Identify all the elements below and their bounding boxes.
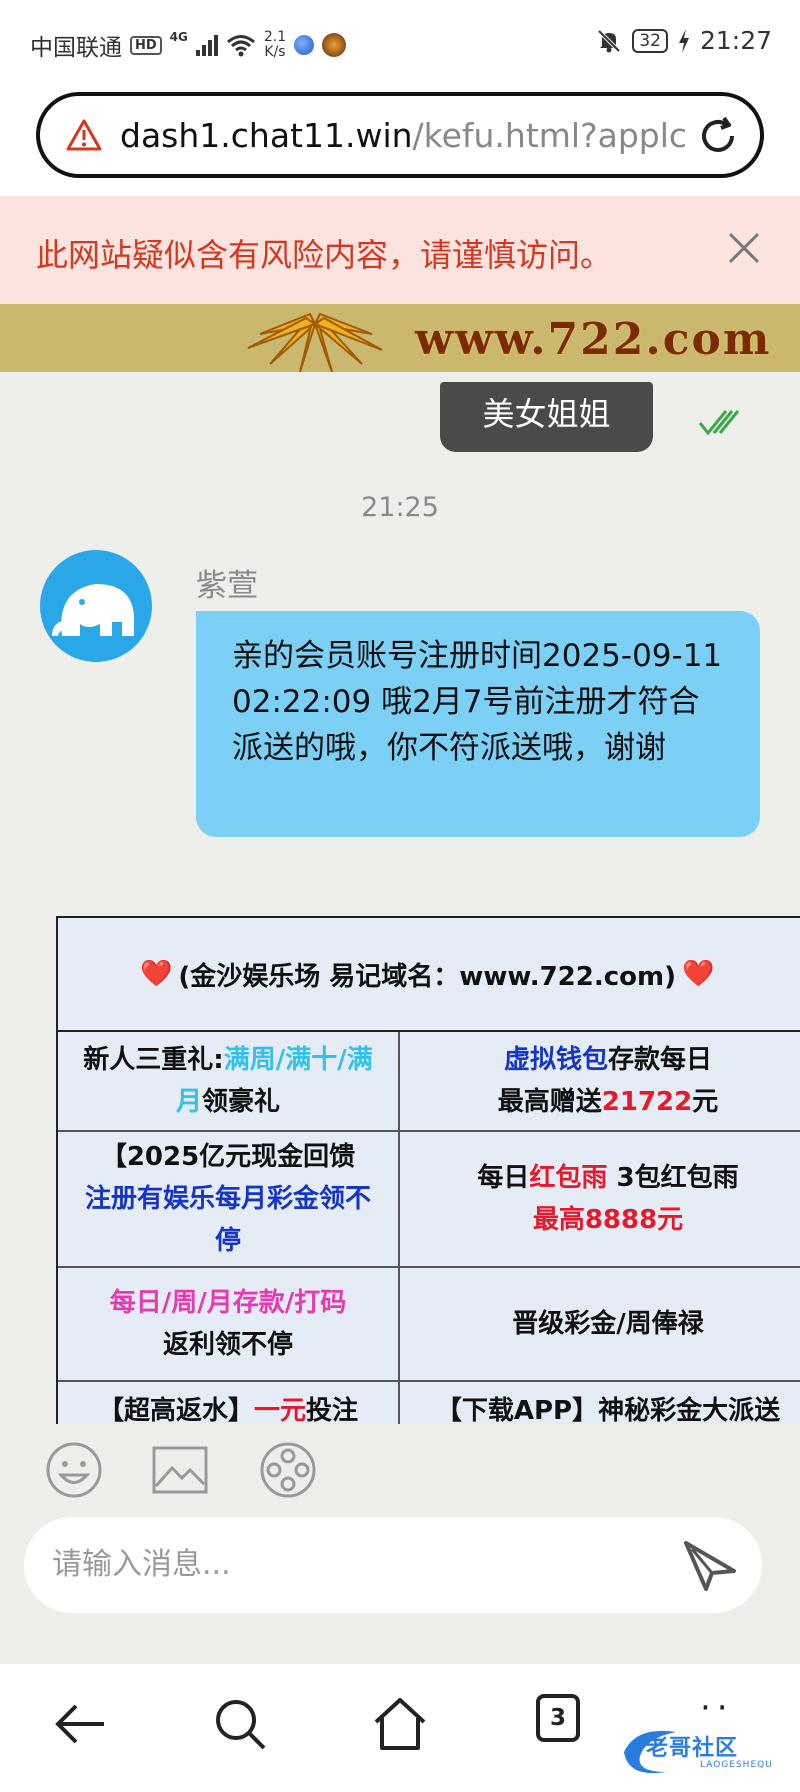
cell-text: 返利领不停 (162, 1330, 293, 1360)
heart-icon: ❤️ (681, 959, 715, 989)
cell-text: 【2025亿元现金回馈 (100, 1142, 356, 1172)
incoming-message-bubble: 亲的会员账号注册时间2025-09-11 02:22:09 哦2月7号前注册才符… (196, 611, 760, 837)
promo-cell-high-rebate[interactable]: 【超高返水】一元投注 (58, 1382, 400, 1424)
cell-line: 月领豪礼 (176, 1081, 280, 1123)
cell-text: 元 (692, 1087, 719, 1117)
url-domain: dash1.chat11.win (120, 116, 413, 155)
cell-text-highlight: 月 (175, 1087, 202, 1117)
cell-text: 最高赠送 (497, 1087, 602, 1117)
promo-cell-download-app[interactable]: 【下载APP】神秘彩金大派送 (400, 1382, 800, 1424)
cell-text: 存款每日 (608, 1045, 713, 1075)
reload-icon[interactable] (696, 114, 740, 158)
browser-bottom-nav: 3 ·· 老哥社区 LAOGESHEQU (0, 1664, 800, 1792)
browser-address-bar: dash1.chat11.win/kefu.html?applc (0, 88, 800, 196)
warning-text: 此网站疑似含有风险内容，请谨慎访问。 (36, 236, 613, 274)
image-icon[interactable] (150, 1440, 210, 1500)
film-reel-icon[interactable] (258, 1440, 318, 1500)
cell-line: 虚拟钱包存款每日 (504, 1039, 712, 1081)
sender-name: 紫萱 (196, 568, 258, 604)
app-notification-icon (294, 35, 315, 55)
cell-text: 新人三重礼: (83, 1045, 224, 1075)
cell-text: 3包红包雨 (607, 1163, 739, 1193)
status-right: 32 21:27 (596, 26, 772, 55)
promo-cell-rebate[interactable]: 每日/周/月存款/打码 返利领不停 (58, 1268, 400, 1382)
promo-table: ❤️ (金沙娱乐场 易记域名：www.722.com) ❤️ 新人三重礼:满周/… (56, 916, 800, 1424)
elephant-icon (52, 584, 134, 636)
wifi-icon (226, 35, 255, 57)
composer-toolbar (0, 1424, 800, 1514)
cell-text: 晋级彩金/周俸禄 (512, 1309, 704, 1339)
status-left: 中国联通 HD 4G 2.1 K/s (30, 28, 347, 62)
message-timestamp: 21:25 (361, 492, 439, 523)
cell-text: 【超高返水】 (97, 1396, 254, 1424)
network-speed: 2.1 K/s (264, 30, 286, 60)
home-icon[interactable] (370, 1694, 430, 1754)
promo-cell-wallet[interactable]: 虚拟钱包存款每日 最高赠送21722元 (400, 1032, 800, 1132)
hero-site-name: www.722.com (415, 314, 772, 365)
app-notification-icon-2 (322, 33, 347, 57)
watermark-text: 老哥社区 (646, 1736, 739, 1761)
speed-value: 2.1 (263, 29, 287, 45)
cell-text-highlight: 停 (214, 1226, 241, 1256)
send-icon[interactable] (680, 1535, 740, 1595)
watermark-subtext: LAOGESHEQU (700, 1760, 773, 1770)
cell-text-highlight: 虚拟钱包 (503, 1045, 608, 1075)
status-bar: 中国联通 HD 4G 2.1 K/s 32 21:27 (0, 0, 800, 88)
cell-text: 领豪礼 (202, 1087, 281, 1117)
carrier-label: 中国联通 (30, 35, 122, 61)
speed-unit: K/s (264, 44, 286, 60)
clock: 21:27 (699, 26, 772, 55)
site-header-banner: www.722.com (0, 304, 800, 372)
promo-cell-newbie[interactable]: 新人三重礼:满周/满十/满 月领豪礼 (58, 1032, 400, 1132)
cell-line: 【超高返水】一元投注 (98, 1390, 358, 1424)
promo-cell-vip[interactable]: 晋级彩金/周俸禄 (400, 1268, 800, 1382)
risk-warning-banner: 此网站疑似含有风险内容，请谨慎访问。 (0, 196, 800, 304)
promo-title: ❤️ (金沙娱乐场 易记域名：www.722.com) ❤️ (58, 918, 800, 1032)
charging-icon (678, 28, 689, 53)
hd-badge: HD (130, 35, 162, 55)
message-input[interactable] (52, 1539, 642, 1589)
close-icon[interactable] (724, 228, 764, 268)
message-composer (24, 1517, 762, 1613)
outgoing-message-bubble: 美女姐姐 (440, 382, 653, 452)
heart-icon: ❤️ (140, 959, 173, 989)
cell-line: 最高赠送21722元 (498, 1081, 719, 1123)
url-path: /kefu.html?applc (412, 116, 688, 155)
promo-title-text: (金沙娱乐场 易记域名：www.722.com) (178, 961, 676, 992)
url-field[interactable]: dash1.chat11.win/kefu.html?applc (36, 92, 764, 178)
cell-text: 每日 (477, 1163, 530, 1193)
cell-text-highlight: 满周/满十/满 (223, 1045, 373, 1075)
sun-logo-icon (247, 312, 383, 372)
cell-text-highlight: 注册有娱乐每月彩金领不 (84, 1184, 371, 1214)
cell-line: 新人三重礼:满周/满十/满 (83, 1039, 372, 1081)
network-type: 4G (169, 30, 188, 44)
back-arrow-icon[interactable] (52, 1694, 112, 1754)
cell-line: 每日红包雨 3包红包雨 (477, 1157, 738, 1199)
search-icon[interactable] (210, 1694, 270, 1754)
promo-cell-cashback[interactable]: 【2025亿元现金回馈 注册有娱乐每月彩金领不 停 (58, 1132, 400, 1268)
cell-text-highlight: 21722 (601, 1087, 693, 1117)
warning-triangle-icon[interactable] (66, 118, 102, 152)
promo-cell-red-envelope[interactable]: 每日红包雨 3包红包雨 最高8888元 (400, 1132, 800, 1268)
tabs-count-button[interactable]: 3 (536, 1694, 580, 1742)
mute-bell-icon (597, 29, 621, 52)
cell-text: 投注 (306, 1396, 359, 1424)
cell-text-highlight: 红包雨 (529, 1163, 608, 1193)
double-check-icon (698, 410, 740, 436)
signal-icon (195, 34, 218, 56)
cell-text-highlight: 一元 (253, 1396, 306, 1424)
cell-text: 【下载APP】神秘彩金大派送 (435, 1396, 781, 1424)
cell-text-highlight: 最高8888元 (532, 1205, 684, 1235)
url-text[interactable]: dash1.chat11.win/kefu.html?applc (120, 116, 700, 155)
battery-indicator: 32 (632, 28, 668, 53)
emoji-icon[interactable] (44, 1440, 104, 1500)
agent-avatar[interactable] (40, 550, 152, 662)
cell-text-highlight: 每日/周/月存款/打码 (109, 1288, 347, 1318)
